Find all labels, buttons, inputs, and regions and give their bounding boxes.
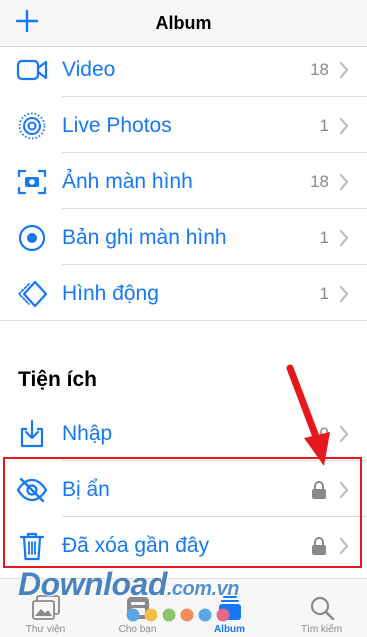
chevron-right-icon [340,285,348,302]
list-item-live-photos[interactable]: Live Photos 1 [0,98,367,153]
list-item-label: Nhập [62,421,113,445]
list-item-label: Bị ẩn [62,477,110,501]
live-photos-icon [16,110,48,142]
list-item-label: Live Photos [62,113,172,137]
search-icon [310,596,334,621]
chevron-right-icon [340,117,348,134]
divider [62,264,367,265]
item-count: 18 [310,171,329,191]
chevron-right-icon [340,481,348,498]
divider [62,152,367,153]
list-item-label: Ảnh màn hình [62,169,193,193]
list-item-video[interactable]: Video 18 [0,42,367,97]
divider [0,320,367,321]
list-item-label: Video [62,57,116,81]
eye-slash-icon [16,474,48,506]
item-count: 1 [319,283,329,303]
lock-icon [312,480,326,499]
list-item-animated[interactable]: Hình động 1 [0,266,367,321]
divider [62,96,367,97]
tab-label: Tìm kiếm [300,624,343,635]
page-title: Album [155,13,212,33]
item-count: 18 [310,59,329,79]
chevron-right-icon [340,229,348,246]
watermark-dots [126,608,230,622]
list-item-recently-deleted[interactable]: Đã xóa gần đây [0,518,367,573]
video-icon [16,54,48,86]
section-title-utilities: Tiện ích [18,368,97,391]
screenshot-icon [16,166,48,198]
trash-icon [16,530,48,562]
list-item-label: Bản ghi màn hình [62,225,227,249]
list-item-label: Đã xóa gần đây [62,533,210,557]
divider [62,208,367,209]
chevron-right-icon [340,537,348,554]
tab-label: Album [213,624,246,635]
tab-label: Cho bạn [118,624,157,635]
divider [62,516,367,517]
list-item-screen-recordings[interactable]: Bản ghi màn hình 1 [0,210,367,265]
list-item-label: Hình động [62,281,159,305]
item-count: 1 [319,227,329,247]
lock-icon [312,536,326,555]
chevron-right-icon [340,173,348,190]
tab-label: Thư viện [25,624,66,635]
import-icon [16,418,48,450]
item-count: 1 [319,115,329,135]
animated-icon [16,278,48,310]
watermark-logo: Download.com.vn [18,566,239,602]
list-item-screenshots[interactable]: Ảnh màn hình 18 [0,154,367,209]
red-arrow-icon [286,364,330,466]
tab-search[interactable]: Tìm kiếm [276,579,367,637]
chevron-right-icon [340,425,348,442]
list-item-hidden[interactable]: Bị ẩn [0,462,367,517]
navigation-bar: Album [0,0,367,47]
chevron-right-icon [340,61,348,78]
screen-recording-icon [16,222,48,254]
